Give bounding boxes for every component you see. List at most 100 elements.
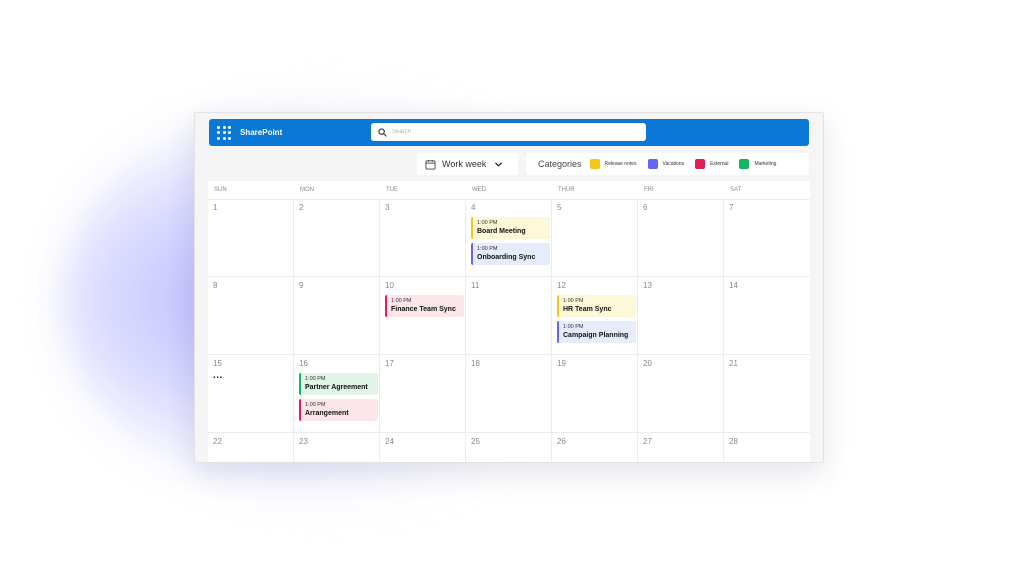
day-number: 13 bbox=[643, 281, 652, 290]
category-label: External bbox=[710, 161, 729, 167]
day-header-mon: MON bbox=[300, 187, 314, 193]
category-label: Release notes bbox=[604, 161, 637, 167]
category-swatch bbox=[647, 159, 658, 169]
calendar-day-cell[interactable]: 14 bbox=[724, 277, 810, 354]
day-number: 14 bbox=[729, 281, 738, 290]
calendar-day-cell[interactable]: 1 bbox=[208, 199, 294, 276]
day-number: 6 bbox=[643, 203, 648, 212]
calendar-grid: 1 2 3 4 1:00 PM Board Meeting 1:00 PM Onboardin… bbox=[208, 199, 810, 462]
calendar-event[interactable]: 1:00 PM Arrangement bbox=[299, 399, 378, 421]
calendar-event[interactable]: 1:00 PM Onboarding Sync bbox=[471, 243, 550, 265]
day-number: 21 bbox=[729, 359, 738, 368]
calendar-day-cell[interactable]: 3 bbox=[380, 199, 466, 276]
event-time: 1:00 PM bbox=[563, 298, 584, 304]
event-title: Board Meeting bbox=[477, 228, 526, 235]
day-number: 18 bbox=[471, 359, 480, 368]
event-time: 1:00 PM bbox=[477, 246, 498, 252]
calendar-day-cell[interactable]: 9 bbox=[294, 277, 380, 354]
event-time: 1:00 PM bbox=[563, 324, 584, 330]
day-header-thur: THUR bbox=[558, 187, 575, 193]
calendar-day-cell[interactable]: 11 bbox=[466, 277, 552, 354]
calendar-day-cell[interactable]: 13 bbox=[638, 277, 724, 354]
calendar-event[interactable]: 1:00 PM Partner Agreement bbox=[299, 373, 378, 395]
calendar-day-cell[interactable]: 12 1:00 PM HR Team Sync 1:00 PM Campaign Pla… bbox=[552, 277, 638, 354]
day-number: 9 bbox=[299, 281, 304, 290]
calendar-icon bbox=[425, 159, 436, 170]
calendar-day-cell[interactable]: 22 bbox=[208, 433, 294, 462]
calendar-day-cell[interactable]: 7 bbox=[724, 199, 810, 276]
day-header-sun: SUN bbox=[214, 187, 227, 193]
event-time: 1:00 PM bbox=[305, 402, 326, 408]
calendar-day-cell[interactable]: 17 bbox=[380, 355, 466, 432]
day-number: 16 bbox=[299, 359, 308, 368]
day-number: 5 bbox=[557, 203, 562, 212]
calendar-day-cell[interactable]: 28 bbox=[724, 433, 810, 462]
calendar-day-cell[interactable]: 5 bbox=[552, 199, 638, 276]
search-input[interactable] bbox=[392, 129, 632, 135]
calendar-day-cell[interactable]: 23 bbox=[294, 433, 380, 462]
day-number: 17 bbox=[385, 359, 394, 368]
calendar-day-cell[interactable]: 6 bbox=[638, 199, 724, 276]
day-number: 23 bbox=[299, 437, 308, 446]
category-swatch bbox=[739, 159, 750, 169]
event-title: Finance Team Sync bbox=[391, 306, 456, 313]
day-number: 27 bbox=[643, 437, 652, 446]
day-number: 4 bbox=[471, 203, 476, 212]
app-launcher-icon[interactable] bbox=[217, 125, 231, 140]
event-title: Onboarding Sync bbox=[477, 254, 536, 261]
day-number: 10 bbox=[385, 281, 394, 290]
category-label: Vacations bbox=[662, 161, 685, 167]
category-label: Marketing bbox=[754, 161, 777, 167]
calendar-day-cell[interactable]: 2 bbox=[294, 199, 380, 276]
calendar-day-cell[interactable]: 24 bbox=[380, 433, 466, 462]
day-number: 8 bbox=[213, 281, 218, 290]
day-number: 3 bbox=[385, 203, 390, 212]
categories-title: Categories bbox=[538, 159, 582, 169]
top-bar: SharePoint bbox=[209, 119, 809, 146]
calendar-day-cell[interactable]: 20 bbox=[638, 355, 724, 432]
calendar-event[interactable]: 1:00 PM Finance Team Sync bbox=[385, 295, 464, 317]
calendar-window: SharePoint Work week Categories Release … bbox=[194, 112, 824, 463]
event-title: Campaign Planning bbox=[563, 332, 629, 339]
day-number: 19 bbox=[557, 359, 566, 368]
day-number: 25 bbox=[471, 437, 480, 446]
view-selector-label: Work week bbox=[442, 159, 487, 169]
calendar-event[interactable]: 1:00 PM Campaign Planning bbox=[557, 321, 636, 343]
category-external[interactable]: External bbox=[695, 159, 728, 169]
app-name: SharePoint bbox=[240, 128, 283, 137]
event-time: 1:00 PM bbox=[477, 220, 498, 226]
calendar-day-cell[interactable]: 27 bbox=[638, 433, 724, 462]
calendar-day-cell[interactable]: 16 1:00 PM Partner Agreement 1:00 PM Arrange… bbox=[294, 355, 380, 432]
day-number: 22 bbox=[213, 437, 222, 446]
day-number: 26 bbox=[557, 437, 566, 446]
calendar-day-cell[interactable]: 4 1:00 PM Board Meeting 1:00 PM Onboarding S… bbox=[466, 199, 552, 276]
category-marketing[interactable]: Marketing bbox=[739, 159, 776, 169]
more-events-indicator[interactable]: ... bbox=[213, 371, 293, 381]
calendar-day-cell[interactable]: 15... bbox=[208, 355, 294, 432]
calendar-day-cell[interactable]: 26 bbox=[552, 433, 638, 462]
calendar-event[interactable]: 1:00 PM Board Meeting bbox=[471, 217, 550, 239]
view-selector[interactable]: Work week bbox=[417, 153, 518, 175]
day-number: 24 bbox=[385, 437, 394, 446]
search-box[interactable] bbox=[371, 123, 646, 141]
calendar-day-cell[interactable]: 25 bbox=[466, 433, 552, 462]
calendar-day-cell[interactable]: 21 bbox=[724, 355, 810, 432]
day-header-sat: SAT bbox=[730, 187, 742, 193]
calendar-event[interactable]: 1:00 PM HR Team Sync bbox=[557, 295, 636, 317]
day-number: 28 bbox=[729, 437, 738, 446]
day-header-tue: TUE bbox=[386, 187, 398, 193]
day-number: 1 bbox=[213, 203, 218, 212]
event-title: Partner Agreement bbox=[305, 384, 368, 391]
calendar-day-cell[interactable]: 18 bbox=[466, 355, 552, 432]
month-calendar: SUN MON TUE WED THUR FRI SAT 1 2 3 4 1:00 PM… bbox=[208, 181, 810, 462]
day-of-week-header: SUN MON TUE WED THUR FRI SAT bbox=[208, 181, 810, 200]
calendar-day-cell[interactable]: 19 bbox=[552, 355, 638, 432]
search-icon bbox=[378, 127, 387, 137]
day-number: 7 bbox=[729, 203, 734, 212]
calendar-day-cell[interactable]: 10 1:00 PM Finance Team Sync bbox=[380, 277, 466, 354]
day-number: 15 bbox=[213, 359, 222, 368]
day-number: 12 bbox=[557, 281, 566, 290]
category-release-notes[interactable]: Release notes bbox=[589, 159, 637, 169]
category-vacations[interactable]: Vacations bbox=[647, 159, 685, 169]
calendar-day-cell[interactable]: 8 bbox=[208, 277, 294, 354]
